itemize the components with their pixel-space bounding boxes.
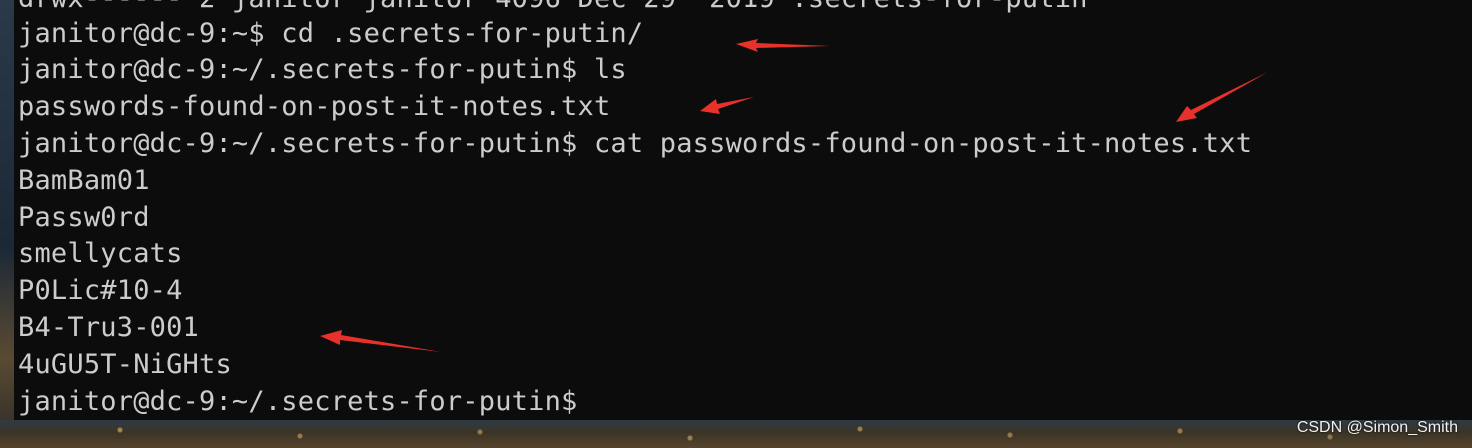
terminal-line-cd-command: janitor@dc-9:~$ cd .secrets-for-putin/: [18, 18, 644, 49]
terminal-line-cat-command: janitor@dc-9:~/.secrets-for-putin$ cat p…: [18, 128, 1253, 159]
terminal-line-password-3: smellycats: [18, 238, 183, 269]
terminal-line-password-5: B4-Tru3-001: [18, 312, 200, 343]
terminal-line-password-4: P0Lic#10-4: [18, 275, 183, 306]
desktop-wallpaper-bottom: [0, 420, 1472, 448]
terminal-window[interactable]: drwx------ 2 janitor janitor 4096 Dec 29…: [14, 0, 1472, 420]
csdn-watermark: CSDN @Simon_Smith: [1296, 419, 1458, 436]
terminal-line-ls-command: janitor@dc-9:~/.secrets-for-putin$ ls: [18, 54, 627, 85]
terminal-prompt[interactable]: janitor@dc-9:~/.secrets-for-putin$: [18, 384, 577, 420]
screenshot: drwx------ 2 janitor janitor 4096 Dec 29…: [0, 0, 1472, 448]
terminal-line-password-6: 4uGU5T-NiGHts: [18, 349, 232, 380]
terminal-line-ls-output: passwords-found-on-post-it-notes.txt: [18, 91, 611, 122]
terminal-line-password-1: BamBam01: [18, 165, 150, 196]
desktop-wallpaper-left: [0, 0, 14, 448]
terminal-partial-line: drwx------ 2 janitor janitor 4096 Dec 29…: [18, 0, 1088, 17]
terminal-line-password-2: Passw0rd: [18, 202, 150, 233]
